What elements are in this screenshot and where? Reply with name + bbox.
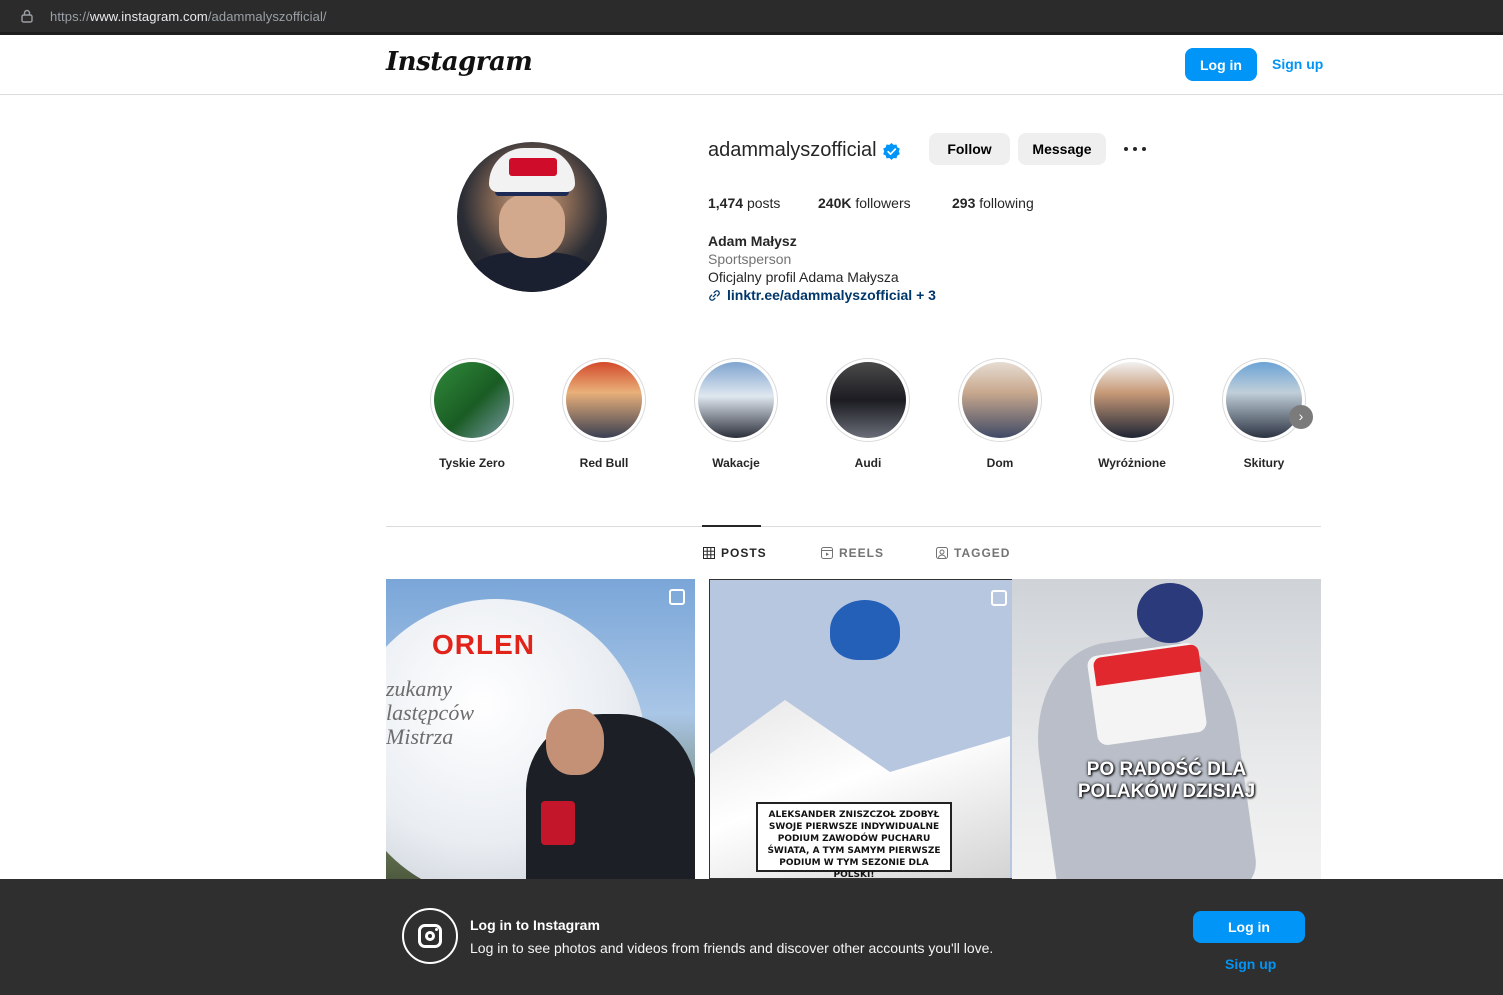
instagram-logo[interactable]: Instagram [386,47,533,77]
signup-link[interactable]: Sign up [1272,56,1323,72]
post-tile[interactable]: ALEKSANDER ZNISZCZOŁ ZDOBYŁ SWOJE PIERWS… [709,579,1018,879]
grid-icon [703,547,715,559]
highlight-dom[interactable]: Dom [957,358,1043,470]
url-scheme: https:// [50,9,90,24]
more-options-icon[interactable] [1122,139,1148,159]
banner-login-button[interactable]: Log in [1193,911,1305,943]
post-tile[interactable]: ORLEN zukamy lastępców Mistrza [386,579,695,879]
link-icon [709,289,720,301]
post-slogan: zukamy lastępców Mistrza [386,676,474,749]
verified-badge-icon [883,142,900,160]
url-path: /adammalyszofficial/ [207,9,327,24]
profile-bio: Oficjalny profil Adama Małysza [708,269,899,285]
banner-signup-link[interactable]: Sign up [1225,956,1276,972]
highlight-label: Wakacje [712,456,760,470]
login-banner: Log in to Instagram Log in to see photos… [0,879,1503,995]
login-button[interactable]: Log in [1185,48,1257,81]
highlight-cover [1226,362,1302,438]
message-button[interactable]: Message [1018,133,1106,165]
highlight-label: Red Bull [579,456,629,470]
posts-count: 1,474 posts [708,195,781,211]
browser-address-bar[interactable]: https://www.instagram.com/adammalyszoffi… [0,0,1503,35]
highlight-wakacje[interactable]: Wakacje [693,358,779,470]
tab-posts[interactable]: POSTS [703,546,767,560]
highlight-cover [566,362,642,438]
followers-count[interactable]: 240K followers [818,195,911,211]
tagged-icon [936,547,948,559]
highlight-cover [830,362,906,438]
highlight-wyroznione[interactable]: Wyróżnione [1089,358,1175,470]
highlight-cover [962,362,1038,438]
tabs-divider [386,526,1321,527]
reels-icon [821,547,833,559]
highlight-label: Tyskie Zero [439,456,505,470]
post-tile[interactable]: PO RADOŚĆ DLA POLAKÓW DZISIAJ [1012,579,1321,879]
profile-username: adammalyszofficial [708,139,877,161]
tab-reels[interactable]: REELS [821,546,884,560]
profile-link-text: linktr.ee/adammalyszofficial + 3 [727,287,936,303]
chevron-right-icon[interactable]: › [1289,405,1313,429]
highlight-cover [434,362,510,438]
highlight-cover [698,362,774,438]
profile-category: Sportsperson [708,251,792,267]
instagram-icon [402,908,458,964]
lock-icon [21,9,33,23]
post-caption-box: ALEKSANDER ZNISZCZOŁ ZDOBYŁ SWOJE PIERWS… [756,802,952,878]
post-overlay-text: PO RADOŚĆ DLA POLAKÓW DZISIAJ [1077,759,1256,802]
profile-full-name: Adam Małysz [708,233,797,249]
url-text[interactable]: https://www.instagram.com/adammalyszoffi… [50,9,327,24]
top-nav: Instagram Log in Sign up [0,35,1503,95]
tab-tagged[interactable]: TAGGED [936,546,1010,560]
highlight-red-bull[interactable]: Red Bull [561,358,647,470]
profile-avatar[interactable] [457,142,607,292]
highlight-label: Dom [986,456,1014,470]
profile-link[interactable]: linktr.ee/adammalyszofficial + 3 [708,287,936,303]
banner-title: Log in to Instagram [470,917,600,933]
highlight-label: Audi [854,456,882,470]
follow-button[interactable]: Follow [929,133,1010,165]
following-count[interactable]: 293 following [952,195,1034,211]
active-tab-indicator [702,525,761,527]
multiple-photos-icon [669,589,685,605]
highlight-label: Skitury [1243,456,1285,470]
multiple-photos-icon [991,590,1007,606]
highlight-cover [1094,362,1170,438]
highlight-label: Wyróżnione [1098,456,1166,470]
banner-subtitle: Log in to see photos and videos from fri… [470,940,994,956]
highlight-tyskie-zero[interactable]: Tyskie Zero [429,358,515,470]
url-host: www.instagram.com [89,9,208,24]
highlight-audi[interactable]: Audi [825,358,911,470]
post-brand-text: ORLEN [432,629,535,660]
